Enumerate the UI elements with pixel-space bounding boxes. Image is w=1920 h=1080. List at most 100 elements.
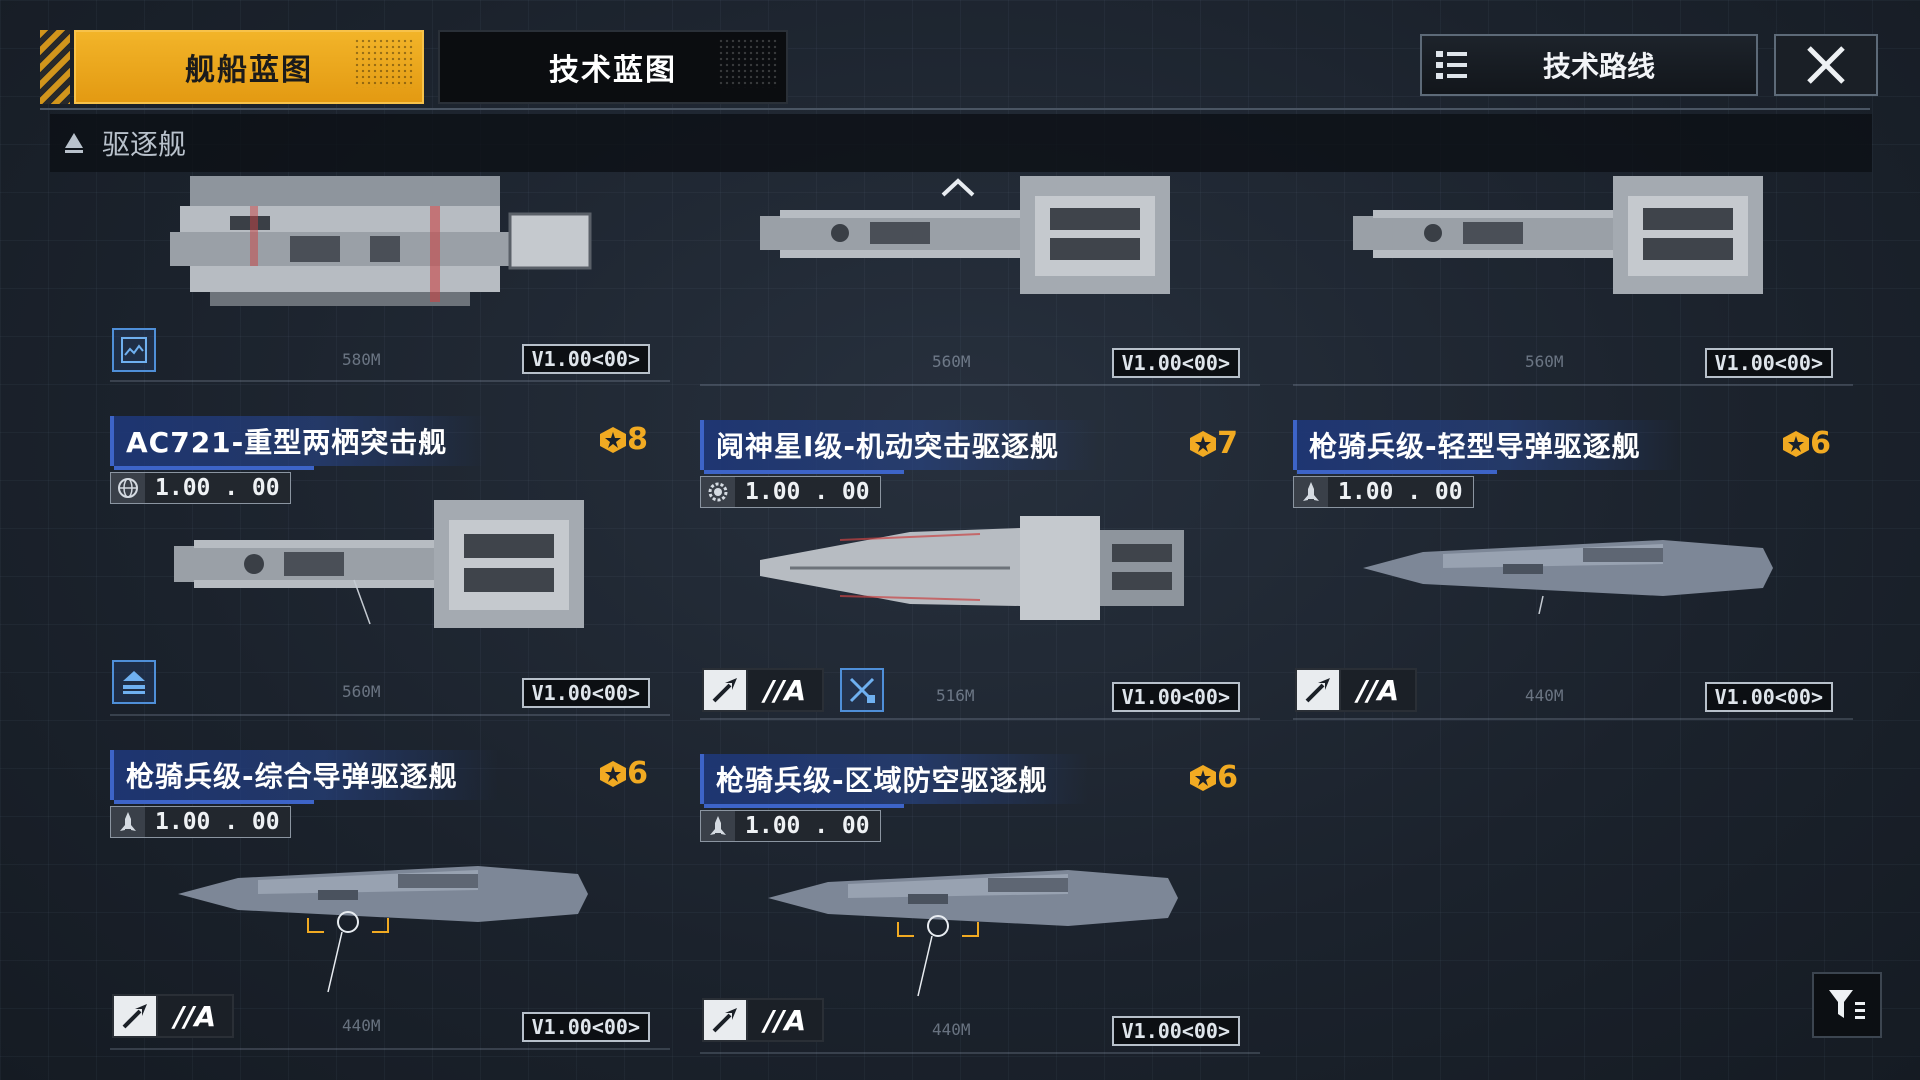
- version-badge: V1.00<00>: [521, 344, 650, 374]
- ratio-value: 1.00 . 00: [745, 813, 870, 839]
- ship-name: 枪骑兵级-轻型导弹驱逐舰: [1309, 430, 1641, 463]
- ship-card-top-1[interactable]: 580M V1.00<00>: [110, 176, 670, 391]
- ship-card-lancer-light[interactable]: 枪骑兵级-轻型导弹驱逐舰 6 1.00 . 00 //A 440M V1.00<…: [1293, 420, 1853, 740]
- ship-image: [178, 866, 588, 993]
- grade-value: //A: [158, 996, 232, 1036]
- top-divider: [40, 108, 1870, 110]
- rank-star-icon: [1190, 430, 1217, 457]
- missile-icon: [1294, 477, 1328, 507]
- carrier-deploy-icon: [112, 660, 156, 704]
- ship-title-bar: 枪骑兵级-轻型导弹驱逐舰: [1293, 420, 1681, 474]
- blueprint-line: [1293, 384, 1853, 386]
- close-icon: [1807, 46, 1845, 84]
- rank-value: 6: [627, 756, 648, 791]
- ship-card-ac721[interactable]: AC721-重型两栖突击舰 8 1.00 . 00 560M V1.00<00>: [110, 416, 670, 736]
- ship-card-lancer-aa[interactable]: 枪骑兵级-区域防空驱逐舰 6 1.00 . 00 //A 440M V1.00<…: [700, 754, 1260, 1074]
- tree-list-icon: [1422, 36, 1482, 94]
- ratio-value: 1.00 . 00: [1338, 479, 1463, 505]
- ship-image: [760, 516, 1184, 620]
- tab-dots-decoration: [718, 38, 778, 88]
- ship-card-top-2[interactable]: 560M V1.00<00>: [700, 176, 1260, 391]
- ship-distance: 440M: [1525, 686, 1564, 705]
- version-badge: V1.00<00>: [1111, 682, 1240, 712]
- ship-title-bar: 枪骑兵级-区域防空驱逐舰: [700, 754, 1088, 808]
- ship-image: [1363, 540, 1773, 614]
- grade-value: //A: [1341, 670, 1415, 710]
- grade-badge: //A: [702, 668, 824, 712]
- rank-value: 6: [1810, 426, 1831, 461]
- grade-badge: //A: [1295, 668, 1417, 712]
- ratio-badge: 1.00 . 00: [1293, 476, 1474, 508]
- ship-image: [174, 500, 584, 628]
- tab-ship-blueprint[interactable]: 舰船蓝图: [74, 30, 424, 104]
- tab-tech-blueprint[interactable]: 技术蓝图: [438, 30, 788, 104]
- tab-tech-blueprint-label: 技术蓝图: [549, 53, 677, 88]
- ratio-value: 1.00 . 00: [155, 809, 280, 835]
- ship-distance: 580M: [342, 350, 381, 369]
- fighter-cross-icon: [840, 668, 884, 712]
- attack-arrow-icon: [1297, 670, 1341, 710]
- rank-badge: 6: [1189, 760, 1238, 795]
- rank-star-icon: [600, 426, 627, 453]
- version-badge: V1.00<00>: [1111, 1016, 1240, 1046]
- ship-card-lancer-multi[interactable]: 枪骑兵级-综合导弹驱逐舰 6 1.00 . 00 //A 440M V1.00<…: [110, 750, 670, 1070]
- ship-name: 阋神星I级-机动突击驱逐舰: [716, 430, 1060, 463]
- section-title: 驱逐舰: [102, 128, 187, 161]
- rank-star-icon: [600, 760, 627, 787]
- version-badge: V1.00<00>: [1704, 348, 1833, 378]
- blueprint-line: [700, 384, 1260, 386]
- ship-card-eris[interactable]: 阋神星I级-机动突击驱逐舰 7 1.00 . 00 //A 516M V1.00…: [700, 420, 1260, 740]
- ship-distance: 560M: [932, 352, 971, 371]
- tab-stripe-decoration: [40, 30, 70, 104]
- rank-star-icon: [1783, 430, 1810, 457]
- filter-button[interactable]: [1812, 972, 1882, 1038]
- ratio-value: 1.00 . 00: [745, 479, 870, 505]
- section-header-destroyer[interactable]: 驱逐舰: [50, 114, 1872, 172]
- ship-name: 枪骑兵级-区域防空驱逐舰: [716, 764, 1048, 797]
- title-underline: [114, 466, 314, 470]
- ship-distance: 560M: [1525, 352, 1564, 371]
- ship-distance: 516M: [936, 686, 975, 705]
- ship-title-bar: 枪骑兵级-综合导弹驱逐舰: [110, 750, 498, 804]
- blueprint-line: [700, 718, 1260, 720]
- ship-image: [1353, 176, 1763, 294]
- close-button[interactable]: [1774, 34, 1878, 96]
- title-underline: [704, 804, 904, 808]
- ship-distance: 440M: [932, 1020, 971, 1039]
- gear-globe-icon: [701, 477, 735, 507]
- blueprint-line: [110, 714, 670, 716]
- triangle-up-icon: [65, 133, 83, 153]
- rank-badge: 6: [599, 756, 648, 791]
- version-badge: V1.00<00>: [521, 678, 650, 708]
- attack-arrow-icon: [114, 996, 158, 1036]
- top-bar: 舰船蓝图 技术蓝图 技术路线: [0, 0, 1920, 112]
- blueprint-line: [110, 380, 670, 382]
- blueprint-line: [1293, 718, 1853, 720]
- tab-dots-decoration: [354, 38, 414, 88]
- title-underline: [114, 800, 314, 804]
- ship-title-bar: AC721-重型两栖突击舰: [110, 416, 488, 470]
- ratio-badge: 1.00 . 00: [700, 810, 881, 842]
- ship-image: [760, 176, 1170, 294]
- ship-distance: 440M: [342, 1016, 381, 1035]
- filter-icon: [1829, 990, 1865, 1019]
- grade-value: //A: [748, 670, 822, 710]
- title-underline: [1297, 470, 1497, 474]
- blueprint-line: [110, 1048, 670, 1050]
- ship-image: [170, 176, 592, 306]
- tech-route-label: 技术路线: [1542, 50, 1655, 83]
- tech-route-button[interactable]: 技术路线: [1420, 34, 1758, 96]
- ship-card-top-3[interactable]: 560M V1.00<00>: [1293, 176, 1853, 391]
- version-badge: V1.00<00>: [1111, 348, 1240, 378]
- ratio-badge: 1.00 . 00: [700, 476, 881, 508]
- globe-icon: [111, 473, 145, 503]
- fleet-deploy-icon: [112, 328, 156, 372]
- ship-image: [768, 870, 1178, 997]
- rank-badge: 6: [1782, 426, 1831, 461]
- ship-title-bar: 阋神星I级-机动突击驱逐舰: [700, 420, 1100, 474]
- attack-arrow-icon: [704, 670, 748, 710]
- version-badge: V1.00<00>: [1704, 682, 1833, 712]
- ship-distance: 560M: [342, 682, 381, 701]
- grade-badge: //A: [112, 994, 234, 1038]
- rank-value: 8: [627, 422, 648, 457]
